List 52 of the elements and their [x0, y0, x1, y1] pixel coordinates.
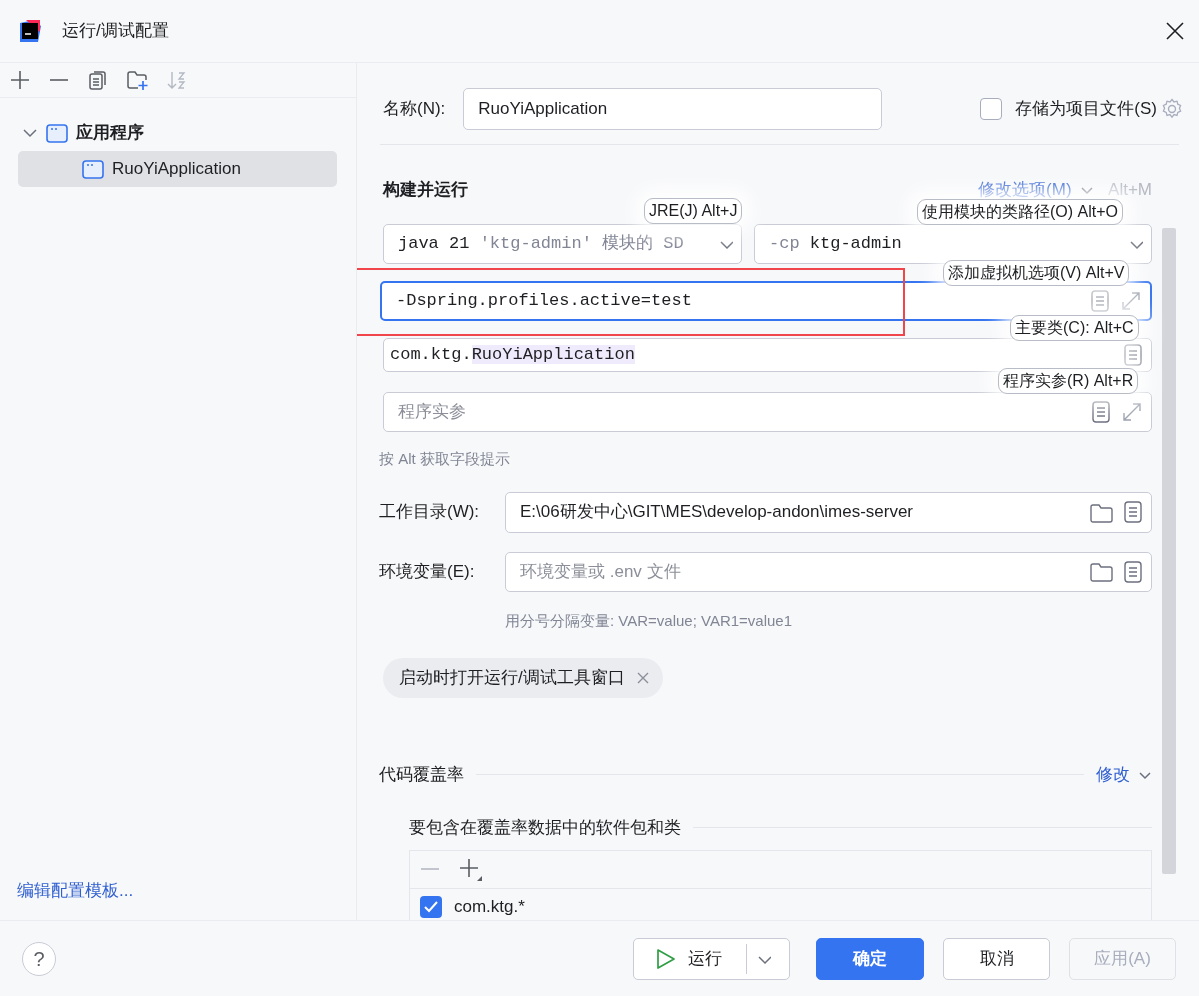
checkbox[interactable] — [420, 895, 442, 918]
section-title: 代码覆盖率 — [379, 764, 464, 786]
config-icon — [46, 123, 68, 143]
shortcut-tooltip: 主要类(C): Alt+C — [1010, 315, 1139, 341]
run-button[interactable]: 运行 — [633, 937, 790, 980]
config-icon — [82, 159, 104, 179]
copy-icon[interactable] — [88, 69, 109, 91]
subsection-title: 要包含在覆盖率数据中的软件包和类 — [409, 816, 681, 839]
shortcut-label: Alt+M — [1108, 179, 1152, 202]
tree-item[interactable]: RuoYiApplication — [18, 151, 337, 187]
scrollbar[interactable] — [1162, 228, 1176, 874]
shortcut-tooltip: 使用模块的类路径(O) Alt+O — [917, 199, 1123, 225]
help-text: 用分号分隔变量: VAR=value; VAR1=value1 — [505, 610, 794, 631]
jre-dropdown[interactable]: java 21 'ktg-admin' 模块的 SD — [383, 224, 742, 264]
name-field[interactable]: RuoYiApplication — [463, 88, 883, 130]
document-icon[interactable] — [1123, 344, 1143, 366]
main-class-field[interactable]: com.ktg.RuoYiApplication — [383, 338, 1152, 372]
new-folder-icon[interactable] — [127, 69, 148, 91]
help-button[interactable]: ? — [22, 941, 56, 976]
check-icon — [424, 900, 438, 913]
hint-text: 按 Alt 获取字段提示 — [379, 449, 511, 469]
modify-link[interactable]: 修改 — [1095, 762, 1152, 788]
checkbox[interactable] — [980, 98, 1003, 120]
working-directory-field[interactable]: E:\06研发中心\GIT\MES\develop-andon\imes-server — [505, 491, 1152, 533]
classpath-dropdown[interactable]: -cp ktg-admin — [754, 224, 1152, 264]
close-icon[interactable] — [1166, 22, 1184, 40]
option-chip[interactable]: 启动时打开运行/调试工具窗口 — [383, 658, 663, 698]
document-icon[interactable] — [1091, 401, 1111, 423]
add-icon[interactable] — [10, 69, 31, 91]
folder-icon[interactable] — [1090, 561, 1113, 582]
shortcut-tooltip: 程序实参(R) Alt+R — [998, 368, 1139, 394]
settings-icon[interactable] — [1161, 98, 1183, 120]
section-title: 构建并运行 — [383, 179, 468, 202]
shortcut-tooltip: 添加虚拟机选项(V) Alt+V — [943, 260, 1130, 286]
tree-item[interactable]: 应用程序 — [18, 115, 337, 151]
checkbox-label: 存储为项目文件(S) — [1015, 98, 1157, 121]
app-logo-icon — [18, 19, 42, 43]
document-icon[interactable] — [1123, 501, 1143, 523]
expand-icon[interactable] — [1121, 401, 1143, 423]
field-label: 环境变量(E): — [379, 560, 476, 583]
run-icon — [656, 947, 676, 970]
dialog-button[interactable]: 取消 — [943, 937, 1050, 980]
dialog-button[interactable]: 确定 — [816, 937, 924, 980]
shortcut-tooltip: JRE(J) Alt+J — [644, 198, 743, 224]
add-icon[interactable] — [459, 857, 483, 882]
document-icon[interactable] — [1123, 560, 1143, 583]
name-label: 名称(N): — [383, 98, 446, 121]
folder-icon[interactable] — [1090, 501, 1113, 523]
template-link[interactable]: 编辑配置模板... — [17, 880, 134, 900]
pattern-text: com.ktg.* — [454, 896, 525, 918]
field-label: 工作目录(W): — [379, 501, 481, 524]
window-title: 运行/调试配置 — [62, 20, 169, 43]
